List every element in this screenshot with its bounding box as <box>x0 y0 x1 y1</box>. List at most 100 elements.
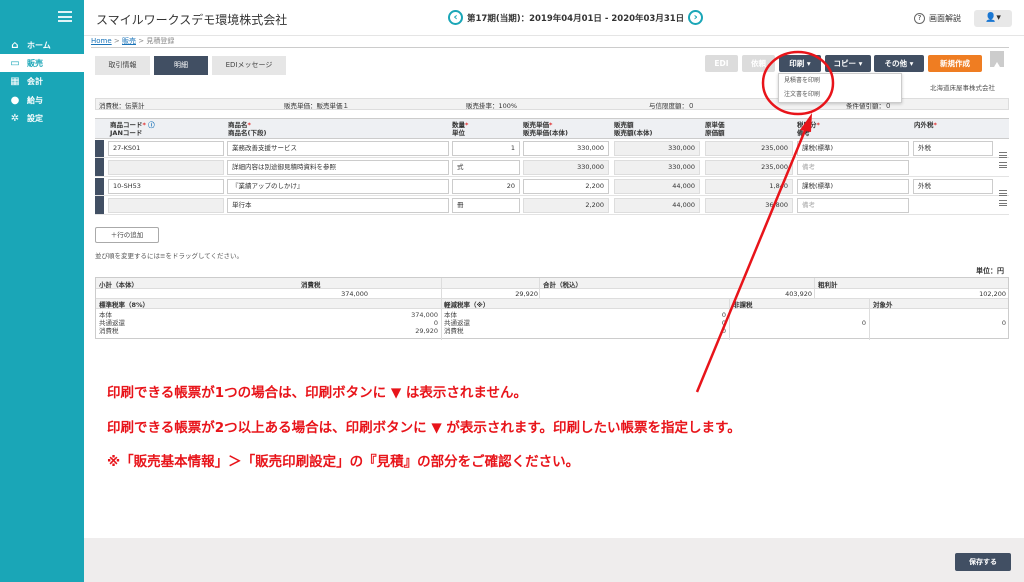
footer-bar <box>84 538 1024 582</box>
breadcrumb-home[interactable]: Home <box>91 37 112 45</box>
tab-transaction-info[interactable]: 取引情報 <box>95 56 150 75</box>
menu-item-print-quote[interactable]: 見積書を印刷 <box>779 74 901 88</box>
col-price: 販売単価* 販売単価(本体) <box>523 121 568 137</box>
tax-value: 29,920 <box>515 290 538 298</box>
period-selector: ‹ 第17期(当期)：2019年04月01日 - 2020年03月31日 › <box>444 10 707 25</box>
edi-button[interactable]: EDI <box>705 55 738 72</box>
product-code-input[interactable]: 10-SH53 <box>108 179 224 194</box>
product-name2-input[interactable]: 詳細内容は別途御見積時資料を参照 <box>227 160 449 175</box>
unit-input[interactable]: 式 <box>452 160 520 175</box>
user-icon: 👤▾ <box>985 13 1001 23</box>
tax-method: 消費税：伝票計 <box>99 102 145 110</box>
tax-type-select[interactable]: 外税 <box>913 141 993 156</box>
sort-hint: 並び順を変更するには≡をドラッグしてください。 <box>95 252 244 260</box>
product-code-input[interactable]: 27-KS01 <box>108 141 224 156</box>
rate-setting: 販売掛率：100% <box>466 102 518 110</box>
table-header: 商品コード* ⓘ JANコード 商品名* 商品名(下段) 数量* 単位 販売単価* 販売… <box>95 118 1009 139</box>
other-button[interactable]: その他 ▾ <box>874 55 924 72</box>
print-dropdown-menu: 見積書を印刷 注文書を印刷 <box>778 73 902 103</box>
add-row-button[interactable]: ＋行の追加 <box>95 227 159 243</box>
hamburger-menu-icon[interactable] <box>58 11 72 22</box>
profit-label: 粗利計 <box>818 281 838 289</box>
cost-input[interactable]: 235,000 <box>705 141 793 156</box>
divider <box>91 47 1009 48</box>
subtotal-label: 小計（本体） <box>99 281 138 289</box>
tax-type-select[interactable]: 外税 <box>913 179 993 194</box>
qty-input[interactable]: 20 <box>452 179 520 194</box>
unit-input[interactable]: 冊 <box>452 198 520 213</box>
price-input[interactable]: 330,000 <box>523 141 609 156</box>
new-button[interactable]: 新規作成 <box>928 55 982 72</box>
reduced-rate-label: 軽減税率（※） <box>444 301 490 309</box>
user-menu-button[interactable]: 👤▾ <box>974 10 1012 27</box>
col-cost: 原単価 原価額 <box>705 121 725 137</box>
sidebar-item-settings[interactable]: ✲ 設定 <box>0 109 84 127</box>
reduced-values: 000 <box>721 311 726 335</box>
tab-details[interactable]: 明細 <box>154 56 208 75</box>
sidebar-item-accounting[interactable]: ▦ 会計 <box>0 72 84 90</box>
qty-input[interactable]: 1 <box>452 141 520 156</box>
bookmark-icon[interactable] <box>990 51 1004 67</box>
breadcrumb-current: 見積登録 <box>146 37 175 45</box>
total-label: 合計（税込） <box>543 281 582 289</box>
tab-edi-message[interactable]: EDIメッセージ <box>212 56 286 75</box>
jan-code-input[interactable] <box>108 160 224 175</box>
next-period-icon[interactable]: › <box>688 10 704 25</box>
sidebar-item-payroll[interactable]: ● 給与 <box>0 91 84 109</box>
menu-item-print-order[interactable]: 注文書を印刷 <box>779 88 901 102</box>
col-intax: 内外税* <box>914 121 937 129</box>
summary-table: 小計（本体） 374,000 消費税 29,920 合計（税込） 403,920… <box>95 277 1009 340</box>
tax-category-select[interactable]: 課税(標準) <box>797 141 909 156</box>
price-input[interactable]: 2,200 <box>523 179 609 194</box>
price-body: 330,000 <box>523 160 609 175</box>
drag-grip-icon[interactable] <box>999 152 1007 158</box>
header: スマイルワークスデモ環境株式会社 ‹ 第17期(当期)：2019年04月01日 … <box>84 0 1024 36</box>
credit-limit: 与信限度額：０ <box>649 102 695 110</box>
drag-grip-icon[interactable] <box>999 190 1007 196</box>
cart-icon: ▭ <box>10 57 20 69</box>
period-label: 第17期(当期)：2019年04月01日 - 2020年03月31日 <box>467 13 685 24</box>
sidebar-item-home[interactable]: ⌂ ホーム <box>0 36 84 54</box>
tax-label: 消費税 <box>301 281 321 289</box>
col-taxcat: 税区分* 備考 <box>797 121 820 137</box>
company-name: スマイルワークスデモ環境株式会社 <box>96 13 288 27</box>
copy-button[interactable]: コピー ▾ <box>825 55 871 72</box>
tax-category-select[interactable]: 課税(標準) <box>797 179 909 194</box>
prev-period-icon[interactable]: ‹ <box>448 10 463 25</box>
breadcrumb: Home > 販売 > 見積登録 <box>91 37 175 45</box>
request-button[interactable]: 依頼 <box>742 55 775 72</box>
print-button[interactable]: 印刷 ▾ <box>779 55 821 72</box>
product-name-input[interactable]: 業務改善支援サービス <box>227 141 449 156</box>
save-button[interactable]: 保存する <box>955 553 1011 571</box>
price-body: 2,200 <box>523 198 609 213</box>
memo-input[interactable]: 備考 <box>797 198 909 213</box>
memo-input[interactable]: 備考 <box>797 160 909 175</box>
sidebar: ⌂ ホーム ▭ 販売 ▦ 会計 ● 給与 ✲ 設定 <box>0 0 84 582</box>
supplier-name: 北海道床屋事株式会社 <box>930 84 995 92</box>
cost-amount: 36,800 <box>705 198 793 213</box>
home-icon: ⌂ <box>11 39 19 51</box>
gear-icon: ✲ <box>10 112 20 124</box>
price-setting: 販売単価：販売単価１ <box>284 102 349 110</box>
drag-grip-icon[interactable] <box>999 162 1007 168</box>
standard-rate-label: 標準税率（8%） <box>99 301 150 309</box>
amount-body: 44,000 <box>614 198 700 213</box>
total-value: 403,920 <box>785 290 812 298</box>
jan-code-input[interactable] <box>108 198 224 213</box>
help-link[interactable]: ? 画面解説 <box>914 13 961 24</box>
drag-grip-icon[interactable] <box>999 200 1007 206</box>
product-name2-input[interactable]: 単行本 <box>227 198 449 213</box>
annotation-note-2: 印刷できる帳票が2つ以上ある場合は、印刷ボタンに ▼ が表示されます。印刷したい… <box>107 420 741 436</box>
sidebar-item-sales[interactable]: ▭ 販売 <box>0 54 84 72</box>
amount: 44,000 <box>614 179 700 194</box>
product-name-input[interactable]: 『業績アップのしかけ』 <box>227 179 449 194</box>
breadcrumb-sales[interactable]: 販売 <box>122 37 136 45</box>
cost-input[interactable]: 1,840 <box>705 179 793 194</box>
profit-value: 102,200 <box>979 290 1006 298</box>
calculator-icon: ▦ <box>10 75 20 87</box>
reduced-labels: 本体 共通返還 消費税 <box>444 311 470 335</box>
col-amount: 販売額 販売額(本体) <box>614 121 653 137</box>
cost-amount: 235,000 <box>705 160 793 175</box>
subtotal-value: 374,000 <box>341 290 368 298</box>
col-qty: 数量* 単位 <box>452 121 469 137</box>
